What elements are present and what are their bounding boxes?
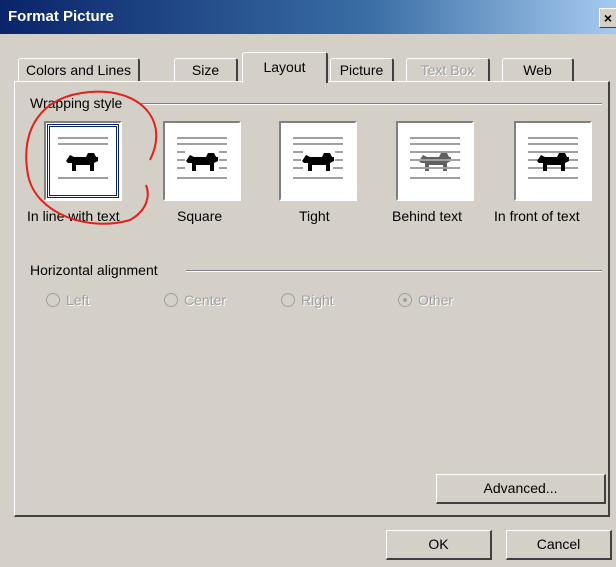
square-wrap-caption: Square xyxy=(177,208,223,224)
radio-other[interactable]: Other xyxy=(398,292,453,308)
behind-text-wrap-caption: Behind text xyxy=(392,208,463,224)
behind-text-wrap-option[interactable] xyxy=(396,121,474,201)
radio-left-label: Left xyxy=(66,292,90,308)
horizontal-alignment-label: Horizontal alignment xyxy=(30,262,164,278)
radio-other-label: Other xyxy=(418,292,454,308)
radio-center[interactable]: Center xyxy=(164,292,226,308)
horizontal-alignment-divider xyxy=(186,270,602,272)
inline-wrap-option[interactable] xyxy=(44,121,122,201)
radio-other-indicator xyxy=(398,293,412,307)
radio-right-label: Right xyxy=(301,292,334,308)
tab-text-box[interactable]: Text Box xyxy=(406,58,490,82)
wrapping-style-divider xyxy=(140,103,602,105)
radio-left-indicator xyxy=(46,293,60,307)
tight-wrap-icon xyxy=(293,137,343,179)
in-front-of-text-wrap-option[interactable] xyxy=(514,121,592,201)
radio-center-label: Center xyxy=(184,292,227,308)
radio-right[interactable]: Right xyxy=(281,292,334,308)
close-button[interactable]: × xyxy=(599,8,616,28)
in-front-of-text-wrap-caption: In front of text xyxy=(494,208,580,224)
title-bar: Format Picture × xyxy=(0,0,616,34)
window-title: Format Picture xyxy=(8,8,114,25)
wrapping-style-label: Wrapping style xyxy=(30,95,129,111)
cancel-button[interactable]: Cancel xyxy=(506,530,612,560)
inline-wrap-caption: In line with text xyxy=(27,208,120,224)
tight-wrap-caption: Tight xyxy=(299,208,330,224)
radio-right-indicator xyxy=(281,293,295,307)
inline-wrap-icon xyxy=(58,137,108,179)
behind-text-wrap-icon xyxy=(410,137,460,179)
tab-picture[interactable]: Picture xyxy=(330,58,394,82)
square-wrap-icon xyxy=(177,137,227,179)
in-front-of-text-wrap-icon xyxy=(528,137,578,179)
radio-left[interactable]: Left xyxy=(46,292,89,308)
tab-size[interactable]: Size xyxy=(174,58,238,82)
tab-layout[interactable]: Layout xyxy=(242,52,328,83)
radio-center-indicator xyxy=(164,293,178,307)
tight-wrap-option[interactable] xyxy=(279,121,357,201)
tab-web[interactable]: Web xyxy=(502,58,574,82)
advanced-button[interactable]: Advanced... xyxy=(436,474,606,504)
tab-colors-and-lines[interactable]: Colors and Lines xyxy=(18,58,140,82)
ok-button[interactable]: OK xyxy=(386,530,492,560)
square-wrap-option[interactable] xyxy=(163,121,241,201)
